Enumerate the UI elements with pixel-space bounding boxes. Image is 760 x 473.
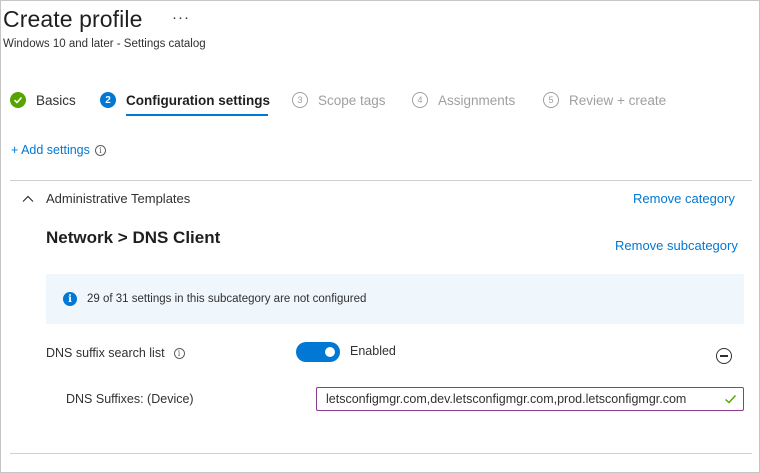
- step-number: 4: [412, 92, 428, 108]
- step-number: 5: [543, 92, 559, 108]
- step-basics[interactable]: Basics: [10, 90, 76, 110]
- info-bar: i 29 of 31 settings in this subcategory …: [46, 274, 744, 324]
- page-subtitle: Windows 10 and later - Settings catalog: [3, 38, 206, 50]
- dns-suffixes-label: DNS Suffixes: (Device): [66, 392, 194, 406]
- add-settings-label: + Add settings: [11, 143, 90, 157]
- step-label: Assignments: [438, 92, 516, 108]
- setting-name: DNS suffix search list: [46, 346, 165, 360]
- active-step-indicator: [126, 114, 268, 116]
- add-settings-link[interactable]: + Add settings i: [11, 143, 106, 157]
- page-title: Create profile: [3, 6, 143, 32]
- remove-setting-icon[interactable]: [716, 348, 732, 364]
- divider: [10, 453, 752, 454]
- step-label: Configuration settings: [126, 92, 270, 108]
- info-bar-text: 29 of 31 settings in this subcategory ar…: [87, 293, 367, 305]
- remove-subcategory-link[interactable]: Remove subcategory: [615, 238, 738, 253]
- setting-label: DNS suffix search list i: [46, 346, 185, 360]
- checkmark-icon: [10, 92, 26, 108]
- info-icon[interactable]: i: [173, 347, 185, 359]
- toggle-knob: [325, 347, 335, 357]
- dns-suffixes-field[interactable]: [316, 387, 744, 411]
- chevron-up-icon[interactable]: [22, 193, 34, 205]
- step-number: 3: [292, 92, 308, 108]
- step-assignments[interactable]: 4 Assignments: [412, 90, 515, 110]
- category-title: Administrative Templates: [46, 191, 191, 206]
- toggle-label: Enabled: [350, 344, 396, 358]
- checkmark-icon: [725, 395, 737, 404]
- divider: [10, 180, 752, 181]
- step-configuration-settings[interactable]: 2 Configuration settings: [100, 90, 270, 110]
- step-label: Review + create: [569, 92, 667, 108]
- step-label: Scope tags: [318, 92, 386, 108]
- more-icon[interactable]: ···: [172, 9, 190, 26]
- dns-suffixes-input[interactable]: [317, 389, 712, 409]
- info-icon[interactable]: i: [94, 144, 106, 156]
- subcategory-title: Network > DNS Client: [46, 228, 221, 247]
- step-number: 2: [100, 92, 116, 108]
- step-scope-tags[interactable]: 3 Scope tags: [292, 90, 386, 110]
- step-label: Basics: [36, 92, 76, 108]
- remove-category-link[interactable]: Remove category: [633, 191, 735, 206]
- info-icon: i: [63, 292, 77, 306]
- enabled-toggle[interactable]: [296, 342, 340, 362]
- step-review-create[interactable]: 5 Review + create: [543, 90, 666, 110]
